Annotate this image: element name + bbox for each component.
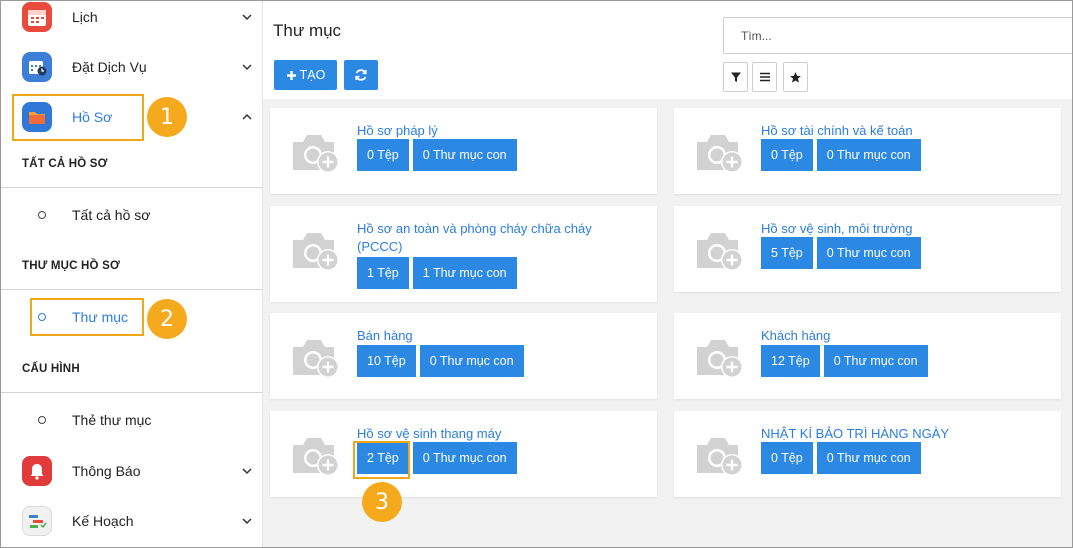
subfolders-count-button[interactable]: 0 Thư mục con xyxy=(823,345,928,377)
sidebar-item-label: Thông Báo xyxy=(72,463,141,479)
list-icon xyxy=(759,72,770,82)
folder-title[interactable]: Hồ sơ tài chính và kế toán xyxy=(761,122,1041,140)
files-count-button[interactable]: 0 Tệp xyxy=(357,139,409,171)
files-count-button[interactable]: 10 Tệp xyxy=(357,345,416,377)
page-title: Thư mục xyxy=(273,21,342,40)
folder-buttons: 0 Tệp 0 Thư mục con xyxy=(761,139,921,171)
step-badge-1: 1 xyxy=(147,97,187,137)
calendar-icon xyxy=(22,2,52,32)
subfolders-count-button[interactable]: 0 Thư mục con xyxy=(412,442,517,474)
highlight-folders xyxy=(30,298,144,336)
booking-calendar-icon xyxy=(22,52,52,82)
star-icon xyxy=(790,71,801,83)
folder-buttons: 0 Tệp 0 Thư mục con xyxy=(357,139,517,171)
bell-icon xyxy=(22,456,52,486)
favorite-button[interactable] xyxy=(783,62,808,92)
app-window: Lịch Đặt Dịch Vụ Hồ Sơ 1 TẤT CẢ HỒ SƠ Tấ… xyxy=(0,0,1073,548)
folder-title[interactable]: NHẬT KÍ BẢO TRÌ HÀNG NGÀY xyxy=(761,425,1041,443)
step-badge-2: 2 xyxy=(147,299,187,339)
folder-card[interactable]: Hồ sơ tài chính và kế toán 0 Tệp 0 Thư m… xyxy=(674,108,1061,194)
gantt-chart-icon xyxy=(22,506,52,536)
add-photo-icon xyxy=(697,233,743,271)
folder-buttons: 1 Tệp 1 Thư mục con xyxy=(357,257,517,289)
main-content: Thư mục TẠO Tìm... Hồ sơ pháp lý 0 Tệp 0… xyxy=(263,1,1072,547)
folder-title[interactable]: Khách hàng xyxy=(761,327,1041,345)
add-photo-icon xyxy=(293,340,339,378)
add-photo-icon xyxy=(697,340,743,378)
list-view-button[interactable] xyxy=(752,62,777,92)
section-header-all-records: TẤT CẢ HỒ SƠ xyxy=(22,158,108,170)
folder-card[interactable]: Hồ sơ vệ sinh, môi trường 5 Tệp 0 Thư mụ… xyxy=(674,206,1061,292)
chevron-down-icon xyxy=(242,64,252,71)
divider xyxy=(1,289,263,290)
sidebar-item-calendar[interactable]: Lịch xyxy=(1,1,263,37)
sidebar-item-label: Kế Hoạch xyxy=(72,513,134,529)
files-count-button[interactable]: 5 Tệp xyxy=(761,237,813,269)
sidebar-subitem-folder-tags[interactable]: Thẻ thư mục xyxy=(1,405,263,435)
add-photo-icon xyxy=(293,233,339,271)
files-count-button[interactable]: 0 Tệp xyxy=(761,442,813,474)
folder-title[interactable]: Hồ sơ pháp lý xyxy=(357,122,637,140)
sidebar-subitem-label: Tất cả hồ sơ xyxy=(72,207,151,223)
folder-card[interactable]: Khách hàng 12 Tệp 0 Thư mục con xyxy=(674,313,1061,399)
subfolders-count-button[interactable]: 0 Thư mục con xyxy=(816,237,921,269)
add-photo-icon xyxy=(697,438,743,476)
refresh-button[interactable] xyxy=(344,60,378,90)
filter-icon xyxy=(730,72,741,82)
add-photo-icon xyxy=(293,438,339,476)
create-button-label: TẠO xyxy=(299,68,326,82)
refresh-icon xyxy=(355,69,367,81)
folder-card[interactable]: NHẬT KÍ BẢO TRÌ HÀNG NGÀY 0 Tệp 0 Thư mụ… xyxy=(674,411,1061,497)
circle-bullet-icon xyxy=(38,211,46,219)
sidebar-subitem-label: Thẻ thư mục xyxy=(72,412,152,428)
files-count-button[interactable]: 1 Tệp xyxy=(357,257,409,289)
chevron-down-icon xyxy=(242,468,252,475)
folder-title[interactable]: Hồ sơ vệ sinh, môi trường xyxy=(761,220,1041,238)
circle-bullet-icon xyxy=(38,416,46,424)
subfolders-count-button[interactable]: 0 Thư mục con xyxy=(816,139,921,171)
chevron-up-icon xyxy=(242,113,252,120)
section-header-config: CẤU HÌNH xyxy=(22,363,80,375)
folder-title[interactable]: Hồ sơ an toàn và phòng cháy chữa cháy (P… xyxy=(357,220,637,256)
subfolders-count-button[interactable]: 1 Thư mục con xyxy=(412,257,517,289)
sidebar: Lịch Đặt Dịch Vụ Hồ Sơ 1 TẤT CẢ HỒ SƠ Tấ… xyxy=(1,1,263,547)
folder-buttons: 0 Tệp 0 Thư mục con xyxy=(761,442,921,474)
folder-buttons: 12 Tệp 0 Thư mục con xyxy=(761,345,928,377)
sidebar-item-plans[interactable]: Kế Hoạch xyxy=(1,501,263,541)
step-badge-3: 3 xyxy=(362,482,402,522)
section-header-record-folders: THƯ MỤC HỒ SƠ xyxy=(22,260,120,272)
highlight-records xyxy=(12,94,144,141)
create-button[interactable]: TẠO xyxy=(274,60,337,90)
divider xyxy=(1,187,263,188)
folder-card[interactable]: Bán hàng 10 Tệp 0 Thư mục con xyxy=(270,313,657,399)
sidebar-subitem-all-records[interactable]: Tất cả hồ sơ xyxy=(1,200,263,230)
folder-card[interactable]: Hồ sơ pháp lý 0 Tệp 0 Thư mục con xyxy=(270,108,657,194)
sidebar-item-notifications[interactable]: Thông Báo xyxy=(1,451,263,491)
folder-title[interactable]: Bán hàng xyxy=(357,327,637,345)
toolbar: Thư mục TẠO xyxy=(263,1,1072,99)
subfolders-count-button[interactable]: 0 Thư mục con xyxy=(412,139,517,171)
folder-buttons: 5 Tệp 0 Thư mục con xyxy=(761,237,921,269)
folder-card[interactable]: Hồ sơ vệ sinh thang máy 2 Tệp 0 Thư mục … xyxy=(270,411,657,497)
folder-buttons: 10 Tệp 0 Thư mục con xyxy=(357,345,524,377)
subfolders-count-button[interactable]: 0 Thư mục con xyxy=(816,442,921,474)
chevron-down-icon xyxy=(242,14,252,21)
folder-card[interactable]: Hồ sơ an toàn và phòng cháy chữa cháy (P… xyxy=(270,206,657,302)
sidebar-item-label: Đặt Dịch Vụ xyxy=(72,59,147,75)
filter-button[interactable] xyxy=(723,62,748,92)
divider xyxy=(1,392,263,393)
files-count-button[interactable]: 12 Tệp xyxy=(761,345,820,377)
plus-icon xyxy=(286,70,296,80)
files-count-button[interactable]: 0 Tệp xyxy=(761,139,813,171)
chevron-down-icon xyxy=(242,518,252,525)
search-input[interactable] xyxy=(723,17,1072,54)
sidebar-item-label: Lịch xyxy=(72,9,98,25)
subfolders-count-button[interactable]: 0 Thư mục con xyxy=(419,345,524,377)
sidebar-item-booking[interactable]: Đặt Dịch Vụ xyxy=(1,47,263,87)
highlight-files-button xyxy=(353,441,410,479)
add-photo-icon xyxy=(293,135,339,173)
add-photo-icon xyxy=(697,135,743,173)
